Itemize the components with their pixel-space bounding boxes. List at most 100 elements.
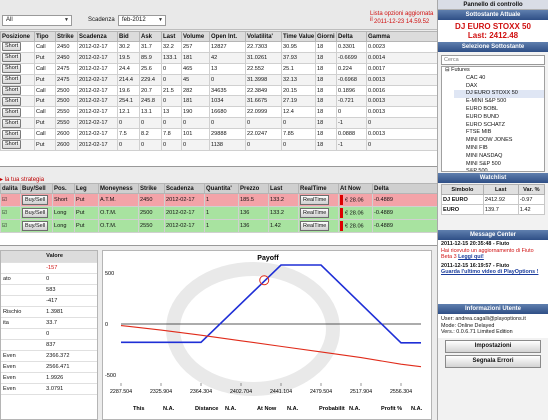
option-row[interactable]: Short Call 2600 2012-02-17 7.5 8.2 7.8 101 29888… [0,128,437,141]
buy-sell-button[interactable]: Buy/Sell [22,208,49,218]
short-button[interactable]: Short [2,107,22,117]
position-cell[interactable]: Short [0,41,35,53]
tree-item[interactable]: FTSE MIB [454,129,544,137]
column-header[interactable]: Scadenza [77,31,118,42]
short-button[interactable]: Short [2,42,22,52]
buy-sell-button[interactable]: Buy/Sell [22,221,49,231]
column-header[interactable]: dalita [0,183,21,194]
option-row[interactable]: Short Put 2500 2012-02-17 254.1 245.8 0 181 1034… [0,95,437,108]
tree-item[interactable]: CAC 40 [454,75,544,83]
realtime-button[interactable]: RealTime [300,195,330,205]
column-header[interactable]: Moneyness [98,183,139,194]
option-row[interactable]: Short Put 2600 2012-02-17 0 0 0 0 1138 0 0 18 -1 0 [0,139,437,151]
checkbox-icon[interactable]: ☑ [2,210,7,216]
position-cell[interactable]: Short [0,128,35,141]
expiry-select[interactable]: feb-2012 ▼ [118,15,166,26]
column-header[interactable]: Giorni [315,31,337,42]
option-row[interactable]: Short Call 2550 2012-02-17 12.1 13.1 13 190 1668… [0,106,437,119]
column-header[interactable]: Delta [336,31,367,42]
settings-button[interactable]: Impostazioni [445,339,541,353]
column-header[interactable]: Var. % [517,184,546,195]
msg2-link[interactable]: Guarda l'ultimo video di PlayOptions ! [441,269,538,275]
column-header[interactable]: Strike [55,31,78,42]
watchlist-row[interactable]: DJ EURO 2412.92 -0.97 [441,194,546,205]
option-row[interactable]: Short Call 2500 2012-02-17 19.6 20.7 21.5 282 34… [0,84,437,97]
column-header[interactable]: Quantita' [204,183,239,194]
short-button[interactable]: Short [2,118,22,128]
column-header[interactable]: Ask [139,31,162,42]
column-header[interactable]: Strike [138,183,165,194]
tree-item[interactable]: E-MINI S&P 500 [454,98,544,106]
column-header[interactable]: Scadenza [164,183,205,194]
column-header[interactable]: Last [268,183,299,194]
column-header[interactable]: Volume [181,31,210,42]
stat-value: -157 [44,262,97,274]
position-cell[interactable]: Short [0,106,35,119]
column-header[interactable]: Volatilita' [245,31,282,42]
short-button[interactable]: Short [2,129,22,139]
checkbox-icon[interactable]: ☑ [2,223,7,229]
tree-item[interactable]: S&P 500 [454,168,544,171]
column-header[interactable]: Buy/Sell [20,183,53,194]
table-cell: 0.1896 [336,84,367,97]
tree-item[interactable]: MINI FIB [454,145,544,153]
stats-row: 583 [1,284,97,296]
tree-item[interactable]: MINI DOW JONES [454,137,544,145]
short-button[interactable]: Short [2,96,22,106]
tree-item[interactable]: EURO SCHATZ [454,122,544,130]
short-button[interactable]: Short [2,53,22,63]
position-cell[interactable]: Short [0,62,35,75]
watchlist-row[interactable]: EURO 139.7 1.42 [441,204,546,215]
option-row[interactable]: Short Call 2475 2012-02-17 24.4 25.6 0 465 13 22.… [0,62,437,75]
strategy-row[interactable]: ☑ Buy/Sell Long Put O.T.M. 2500 2012-02-17 1 136… [0,206,437,220]
search-input[interactable]: Cerca [441,55,545,65]
column-header[interactable]: RealTime [298,183,339,194]
report-errors-button[interactable]: Segnala Errori [445,354,541,368]
tree-item[interactable]: MINI S&P 500 [454,161,544,169]
option-row[interactable]: Short Put 2550 2012-02-17 0 0 0 0 0 0 0 18 -1 0 [0,117,437,130]
msg1-link[interactable]: Leggi qui! [458,254,484,260]
strategy-row[interactable]: ☑ Buy/Sell Short Put A.T.M. 2450 2012-02-17 1 18… [0,193,437,207]
short-button[interactable]: Short [2,64,22,74]
short-button[interactable]: Short [2,86,22,95]
column-header[interactable]: Time Value [281,31,316,42]
tree-item[interactable]: DJ EURO STOXX 50 [454,90,544,99]
column-header[interactable]: Delta [372,183,437,194]
column-header[interactable]: Tipo [34,31,56,42]
table-cell: 0.224 [336,62,367,75]
position-cell[interactable]: Short [0,51,35,64]
column-header[interactable]: Posizione [0,31,35,42]
buy-sell-button[interactable]: Buy/Sell [22,195,49,205]
column-header[interactable]: At Now [338,183,373,194]
column-header[interactable]: Last [161,31,182,42]
position-cell[interactable]: Short [0,73,35,86]
column-header[interactable]: Prezzo [238,183,269,194]
column-header[interactable]: Last [482,184,519,195]
realtime-button[interactable]: RealTime [300,208,330,218]
column-header[interactable]: Pos. [52,183,75,194]
option-row[interactable]: Short Put 2450 2012-02-17 19.5 85.9 133.1 181 42… [0,51,437,64]
column-header[interactable]: Open Int. [209,31,246,42]
tree-item[interactable]: MINI NASDAQ [454,153,544,161]
type-filter-select[interactable]: All ▼ [2,15,72,26]
column-header[interactable]: Bid [117,31,140,42]
column-header[interactable]: Simbolo [441,184,484,195]
option-row[interactable]: Short Put 2475 2012-02-17 214.4 229.4 0 45 0 31.3… [0,73,437,86]
underlying-tree[interactable]: ⊟ Futures CAC 40 DAX DJ EURO STOXX 50 E-MIN… [441,66,545,172]
checkbox-icon[interactable]: ☑ [2,197,7,203]
position-cell[interactable]: Short [0,84,35,97]
short-button[interactable]: Short [2,140,22,150]
realtime-button[interactable]: RealTime [300,221,330,231]
tree-item[interactable]: DAX [454,83,544,91]
column-header[interactable]: Gamma [366,31,437,42]
position-cell[interactable]: Short [0,117,35,130]
tree-item[interactable]: EURO BOBL [454,106,544,114]
short-button[interactable]: Short [2,75,22,85]
column-header[interactable]: Leg [74,183,99,194]
position-cell[interactable]: Short [0,139,35,151]
option-row[interactable]: Short Call 2450 2012-02-17 30.2 31.7 32.2 257 12… [0,41,437,53]
tree-root-futures[interactable]: ⊟ Futures [442,67,544,75]
strategy-row[interactable]: ☑ Buy/Sell Long Put O.T.M. 2550 2012-02-17 1 136… [0,219,437,233]
tree-item[interactable]: EURO BUND [454,114,544,122]
position-cell[interactable]: Short [0,95,35,108]
